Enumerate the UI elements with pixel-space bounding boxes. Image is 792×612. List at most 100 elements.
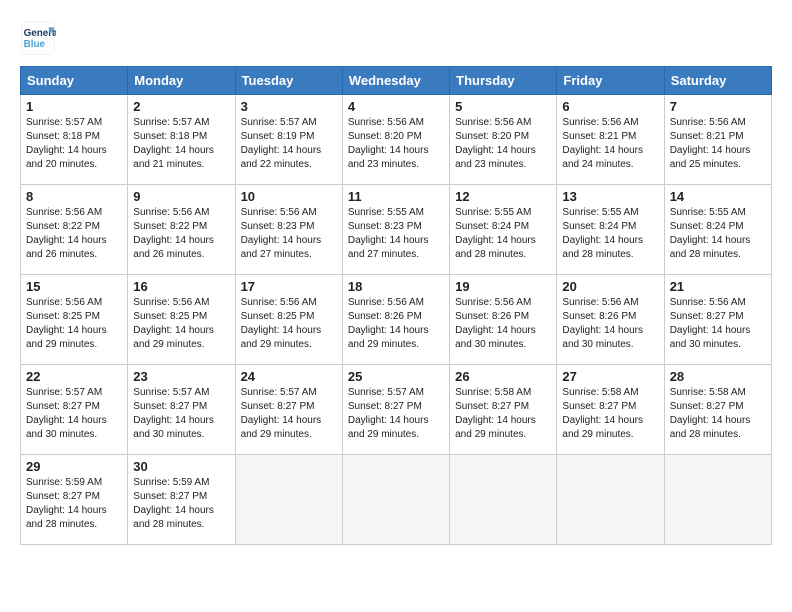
day-number: 27	[562, 369, 658, 384]
day-cell: 23 Sunrise: 5:57 AM Sunset: 8:27 PM Dayli…	[128, 365, 235, 455]
day-info: Sunrise: 5:57 AM Sunset: 8:27 PM Dayligh…	[133, 386, 229, 442]
day-cell	[342, 455, 449, 545]
logo: General Blue	[20, 20, 60, 56]
day-cell: 6 Sunrise: 5:56 AM Sunset: 8:21 PM Daylig…	[557, 95, 664, 185]
day-info: Sunrise: 5:59 AM Sunset: 8:27 PM Dayligh…	[26, 476, 122, 532]
day-info: Sunrise: 5:56 AM Sunset: 8:23 PM Dayligh…	[241, 206, 337, 262]
calendar-header-row: SundayMondayTuesdayWednesdayThursdayFrid…	[21, 67, 772, 95]
day-number: 30	[133, 459, 229, 474]
day-cell: 14 Sunrise: 5:55 AM Sunset: 8:24 PM Dayli…	[664, 185, 771, 275]
day-number: 6	[562, 99, 658, 114]
day-info: Sunrise: 5:58 AM Sunset: 8:27 PM Dayligh…	[562, 386, 658, 442]
day-cell: 30 Sunrise: 5:59 AM Sunset: 8:27 PM Dayli…	[128, 455, 235, 545]
day-info: Sunrise: 5:56 AM Sunset: 8:22 PM Dayligh…	[26, 206, 122, 262]
day-cell	[557, 455, 664, 545]
day-cell: 3 Sunrise: 5:57 AM Sunset: 8:19 PM Daylig…	[235, 95, 342, 185]
day-cell: 5 Sunrise: 5:56 AM Sunset: 8:20 PM Daylig…	[450, 95, 557, 185]
day-number: 19	[455, 279, 551, 294]
day-number: 25	[348, 369, 444, 384]
day-number: 18	[348, 279, 444, 294]
header-tuesday: Tuesday	[235, 67, 342, 95]
day-cell: 15 Sunrise: 5:56 AM Sunset: 8:25 PM Dayli…	[21, 275, 128, 365]
day-number: 20	[562, 279, 658, 294]
day-cell: 8Sunrise: 5:56 AM Sunset: 8:22 PM Daylig…	[21, 185, 128, 275]
day-cell: 24 Sunrise: 5:57 AM Sunset: 8:27 PM Dayli…	[235, 365, 342, 455]
day-info: Sunrise: 5:56 AM Sunset: 8:20 PM Dayligh…	[348, 116, 444, 172]
day-info: Sunrise: 5:57 AM Sunset: 8:18 PM Dayligh…	[133, 116, 229, 172]
day-cell: 17 Sunrise: 5:56 AM Sunset: 8:25 PM Dayli…	[235, 275, 342, 365]
day-number: 21	[670, 279, 766, 294]
day-cell: 9 Sunrise: 5:56 AM Sunset: 8:22 PM Daylig…	[128, 185, 235, 275]
day-number: 4	[348, 99, 444, 114]
day-number: 5	[455, 99, 551, 114]
day-info: Sunrise: 5:58 AM Sunset: 8:27 PM Dayligh…	[455, 386, 551, 442]
day-cell: 4 Sunrise: 5:56 AM Sunset: 8:20 PM Daylig…	[342, 95, 449, 185]
day-info: Sunrise: 5:58 AM Sunset: 8:27 PM Dayligh…	[670, 386, 766, 442]
day-info: Sunrise: 5:56 AM Sunset: 8:22 PM Dayligh…	[133, 206, 229, 262]
header-saturday: Saturday	[664, 67, 771, 95]
week-row-2: 8Sunrise: 5:56 AM Sunset: 8:22 PM Daylig…	[21, 185, 772, 275]
week-row-4: 22 Sunrise: 5:57 AM Sunset: 8:27 PM Dayli…	[21, 365, 772, 455]
day-info: Sunrise: 5:56 AM Sunset: 8:26 PM Dayligh…	[562, 296, 658, 352]
week-row-1: 1 Sunrise: 5:57 AM Sunset: 8:18 PM Daylig…	[21, 95, 772, 185]
day-info: Sunrise: 5:57 AM Sunset: 8:27 PM Dayligh…	[348, 386, 444, 442]
day-number: 7	[670, 99, 766, 114]
day-info: Sunrise: 5:56 AM Sunset: 8:25 PM Dayligh…	[241, 296, 337, 352]
day-number: 17	[241, 279, 337, 294]
day-cell: 29 Sunrise: 5:59 AM Sunset: 8:27 PM Dayli…	[21, 455, 128, 545]
day-info: Sunrise: 5:59 AM Sunset: 8:27 PM Dayligh…	[133, 476, 229, 532]
day-cell: 13 Sunrise: 5:55 AM Sunset: 8:24 PM Dayli…	[557, 185, 664, 275]
day-cell: 1Sunrise: 5:57 AM Sunset: 8:18 PM Daylig…	[21, 95, 128, 185]
day-info: Sunrise: 5:57 AM Sunset: 8:19 PM Dayligh…	[241, 116, 337, 172]
day-info: Sunrise: 5:55 AM Sunset: 8:24 PM Dayligh…	[455, 206, 551, 262]
day-cell: 26 Sunrise: 5:58 AM Sunset: 8:27 PM Dayli…	[450, 365, 557, 455]
header: General Blue	[20, 20, 772, 56]
day-number: 29	[26, 459, 122, 474]
day-number: 15	[26, 279, 122, 294]
day-info: Sunrise: 5:55 AM Sunset: 8:23 PM Dayligh…	[348, 206, 444, 262]
day-cell: 11 Sunrise: 5:55 AM Sunset: 8:23 PM Dayli…	[342, 185, 449, 275]
day-info: Sunrise: 5:55 AM Sunset: 8:24 PM Dayligh…	[562, 206, 658, 262]
header-monday: Monday	[128, 67, 235, 95]
day-cell: 27 Sunrise: 5:58 AM Sunset: 8:27 PM Dayli…	[557, 365, 664, 455]
day-number: 26	[455, 369, 551, 384]
day-cell: 7 Sunrise: 5:56 AM Sunset: 8:21 PM Daylig…	[664, 95, 771, 185]
day-number: 28	[670, 369, 766, 384]
day-cell: 22 Sunrise: 5:57 AM Sunset: 8:27 PM Dayli…	[21, 365, 128, 455]
day-cell	[235, 455, 342, 545]
logo-icon: General Blue	[20, 20, 56, 56]
day-info: Sunrise: 5:56 AM Sunset: 8:20 PM Dayligh…	[455, 116, 551, 172]
day-cell	[450, 455, 557, 545]
day-number: 2	[133, 99, 229, 114]
day-cell	[664, 455, 771, 545]
day-info: Sunrise: 5:56 AM Sunset: 8:25 PM Dayligh…	[26, 296, 122, 352]
day-number: 14	[670, 189, 766, 204]
day-cell: 21Sunrise: 5:56 AM Sunset: 8:27 PM Dayli…	[664, 275, 771, 365]
day-number: 1	[26, 99, 122, 114]
day-info: Sunrise: 5:56 AM Sunset: 8:21 PM Dayligh…	[562, 116, 658, 172]
header-wednesday: Wednesday	[342, 67, 449, 95]
calendar-table: SundayMondayTuesdayWednesdayThursdayFrid…	[20, 66, 772, 545]
day-number: 11	[348, 189, 444, 204]
day-info: Sunrise: 5:55 AM Sunset: 8:24 PM Dayligh…	[670, 206, 766, 262]
day-number: 9	[133, 189, 229, 204]
day-cell: 18 Sunrise: 5:56 AM Sunset: 8:26 PM Dayli…	[342, 275, 449, 365]
day-info: Sunrise: 5:57 AM Sunset: 8:27 PM Dayligh…	[241, 386, 337, 442]
day-number: 13	[562, 189, 658, 204]
day-info: Sunrise: 5:56 AM Sunset: 8:21 PM Dayligh…	[670, 116, 766, 172]
day-cell: 25 Sunrise: 5:57 AM Sunset: 8:27 PM Dayli…	[342, 365, 449, 455]
day-cell: 16Sunrise: 5:56 AM Sunset: 8:25 PM Dayli…	[128, 275, 235, 365]
day-number: 3	[241, 99, 337, 114]
header-sunday: Sunday	[21, 67, 128, 95]
day-info: Sunrise: 5:56 AM Sunset: 8:26 PM Dayligh…	[348, 296, 444, 352]
day-info: Sunrise: 5:56 AM Sunset: 8:25 PM Dayligh…	[133, 296, 229, 352]
day-number: 23	[133, 369, 229, 384]
day-number: 24	[241, 369, 337, 384]
day-info: Sunrise: 5:57 AM Sunset: 8:27 PM Dayligh…	[26, 386, 122, 442]
day-cell: 19Sunrise: 5:56 AM Sunset: 8:26 PM Dayli…	[450, 275, 557, 365]
day-cell: 20 Sunrise: 5:56 AM Sunset: 8:26 PM Dayli…	[557, 275, 664, 365]
day-number: 10	[241, 189, 337, 204]
header-friday: Friday	[557, 67, 664, 95]
day-number: 22	[26, 369, 122, 384]
day-cell: 10 Sunrise: 5:56 AM Sunset: 8:23 PM Dayli…	[235, 185, 342, 275]
